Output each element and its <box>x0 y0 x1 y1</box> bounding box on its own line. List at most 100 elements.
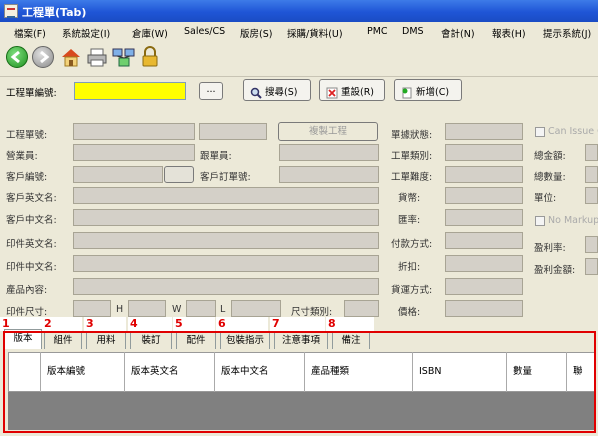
new-button[interactable]: 新增(C) <box>394 79 462 101</box>
size-type-label: 尺寸類別: <box>291 307 333 318</box>
customer-browse-button[interactable] <box>164 166 194 183</box>
browse-button[interactable]: ... <box>199 82 223 100</box>
payment-label: 付款方式: <box>391 239 433 250</box>
tab-number-4: 4 <box>128 317 172 331</box>
size-w-field[interactable] <box>128 300 166 317</box>
job-no-suffix-field[interactable] <box>199 123 267 140</box>
currency-field[interactable] <box>445 187 523 204</box>
copy-job-button[interactable]: 複製工程 <box>278 122 378 141</box>
job-no-label: 工程單號: <box>6 130 48 141</box>
profit-amount-label: 盈利金額: <box>534 265 576 276</box>
profit-amount-field[interactable] <box>585 258 598 275</box>
menu-system-settings[interactable]: 系統設定(I) <box>62 26 110 40</box>
lock-icon[interactable] <box>140 46 162 68</box>
sales-label: 營業員: <box>6 151 38 162</box>
currency-label: 貨幣: <box>398 193 421 204</box>
customer-code-label: 客戶編號: <box>6 172 48 183</box>
customer-cn-label: 客戶中文名: <box>6 215 57 226</box>
menu-accounting[interactable]: 會計(N) <box>441 26 475 40</box>
menu-warehouse[interactable]: 倉庫(W) <box>132 26 168 40</box>
exchange-rate-label: 匯率: <box>398 215 421 226</box>
highlight-box <box>3 331 596 433</box>
size-h-field[interactable] <box>73 300 111 317</box>
job-no-field[interactable] <box>73 123 195 140</box>
job-difficulty-label: 工單難度: <box>391 172 433 183</box>
print-en-label: 印件英文名: <box>6 239 57 250</box>
home-icon[interactable] <box>60 46 82 68</box>
follower-field[interactable] <box>279 144 379 161</box>
size-type-field[interactable] <box>344 300 379 317</box>
can-issue-checkbox[interactable] <box>535 127 545 137</box>
product-content-field[interactable] <box>73 278 379 295</box>
order-status-field[interactable] <box>445 123 523 140</box>
unit-label: 單位: <box>534 193 557 204</box>
menu-file[interactable]: 檔案(F) <box>14 26 46 40</box>
profit-rate-label: 盈利率: <box>534 243 566 254</box>
exchange-rate-field[interactable] <box>445 209 523 226</box>
tab-number-7: 7 <box>270 317 325 331</box>
print-icon[interactable] <box>86 46 108 68</box>
menu-purchase[interactable]: 採購/貨料(U) <box>287 26 343 40</box>
reset-button-label: 重設(R) <box>341 87 375 98</box>
customer-en-field[interactable] <box>73 187 379 204</box>
payment-field[interactable] <box>445 232 523 249</box>
customer-order-field[interactable] <box>279 166 379 183</box>
new-button-label: 新增(C) <box>416 87 450 98</box>
customer-code-field[interactable] <box>73 166 163 183</box>
tab-number-8: 8 <box>326 317 374 331</box>
size-extra-field[interactable] <box>231 300 281 317</box>
delivery-label: 貨運方式: <box>391 285 433 296</box>
job-type-field[interactable] <box>445 144 523 161</box>
print-cn-field[interactable] <box>73 255 379 272</box>
print-cn-label: 印件中文名: <box>6 262 57 273</box>
tab-number-2: 2 <box>42 317 82 331</box>
size-l-label: L <box>220 304 226 315</box>
sales-field[interactable] <box>73 144 195 161</box>
menu-alert-system[interactable]: 提示系統(J) <box>543 26 591 40</box>
total-qty-field[interactable] <box>585 166 598 183</box>
job-no-search-input[interactable] <box>74 82 186 100</box>
menu-dms[interactable]: DMS <box>402 26 424 37</box>
total-qty-label: 總數量: <box>534 172 566 183</box>
profit-rate-field[interactable] <box>585 236 598 253</box>
menu-reports[interactable]: 報表(H) <box>492 26 526 40</box>
job-difficulty-field[interactable] <box>445 166 523 183</box>
magnifier-icon <box>250 87 262 99</box>
job-type-label: 工單類別: <box>391 151 433 162</box>
menu-pmc[interactable]: PMC <box>367 26 388 37</box>
product-content-label: 產品內容: <box>6 285 48 296</box>
follower-label: 跟單員: <box>200 151 232 162</box>
network-icon[interactable] <box>112 46 135 68</box>
app-icon <box>4 4 18 18</box>
price-label: 價格: <box>398 307 421 318</box>
tab-number-3: 3 <box>84 317 126 331</box>
reset-icon <box>326 87 338 99</box>
job-no-search-label: 工程單編號: <box>6 88 57 99</box>
discount-label: 折扣: <box>398 262 421 273</box>
delivery-field[interactable] <box>445 278 523 295</box>
menu-sales-cs[interactable]: Sales/CS <box>184 26 225 37</box>
size-l-field[interactable] <box>186 300 216 317</box>
discount-field[interactable] <box>445 255 523 272</box>
price-field[interactable] <box>445 300 523 317</box>
print-size-label: 印件尺寸: <box>6 307 48 318</box>
customer-cn-field[interactable] <box>73 209 379 226</box>
window-title: 工程單(Tab) <box>22 6 87 19</box>
unit-field[interactable] <box>585 187 598 204</box>
tab-number-5: 5 <box>173 317 215 331</box>
can-issue-label: Can Issue C <box>548 126 598 137</box>
reset-button[interactable]: 重設(R) <box>319 79 385 101</box>
no-markup-checkbox[interactable] <box>535 216 545 226</box>
print-en-field[interactable] <box>73 232 379 249</box>
new-doc-icon <box>401 87 413 99</box>
search-button[interactable]: 搜尋(S) <box>243 79 311 101</box>
back-icon[interactable] <box>6 46 28 68</box>
size-w-label: W <box>172 304 182 315</box>
customer-en-label: 客戶英文名: <box>6 193 57 204</box>
tab-number-6: 6 <box>216 317 268 331</box>
search-button-label: 搜尋(S) <box>265 87 298 98</box>
menu-plate-room[interactable]: 版房(S) <box>240 26 272 40</box>
customer-order-label: 客戶訂單號: <box>200 172 251 183</box>
forward-icon[interactable] <box>32 46 54 68</box>
total-amount-field[interactable] <box>585 144 598 161</box>
